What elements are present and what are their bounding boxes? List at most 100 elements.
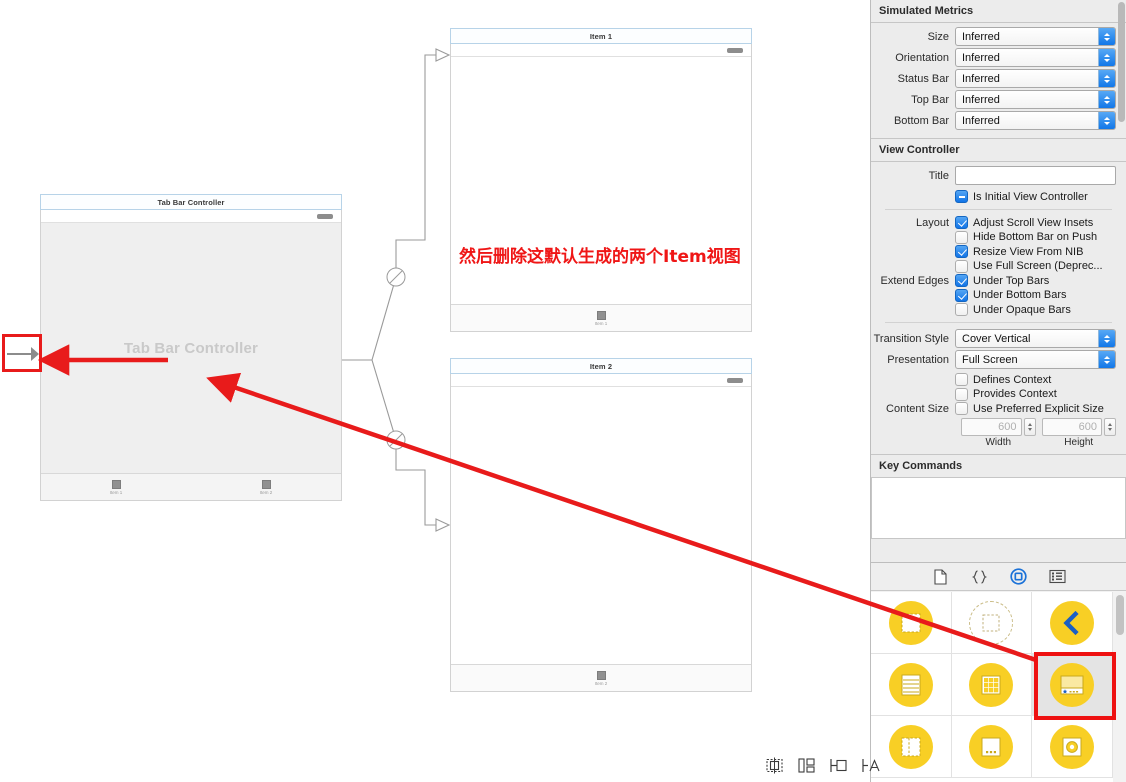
adjust-scroll-view-insets-checkbox[interactable]	[955, 216, 968, 229]
orientation-popup[interactable]: Inferred	[955, 48, 1116, 67]
tab-bar[interactable]: Item 1	[451, 304, 751, 331]
code-snippet-library-icon[interactable]	[971, 568, 988, 585]
presentation-popup[interactable]: Full Screen	[955, 350, 1116, 369]
tab-bar-item[interactable]: Item 1	[451, 310, 751, 326]
scene-body[interactable]: Tab Bar Controller Item 1 Item 2	[40, 210, 342, 501]
view-controller-title-row: Title	[871, 166, 1126, 185]
defines-context-label: Defines Context	[973, 373, 1052, 386]
resize-view-from-nib-checkbox[interactable]	[955, 245, 968, 258]
transition-style-popup[interactable]: Cover Vertical	[955, 329, 1116, 348]
status-bar-pill	[317, 214, 333, 219]
under-bottom-bars-checkbox[interactable]	[955, 288, 968, 302]
scene-body[interactable]: Item 1	[450, 44, 752, 332]
scene-tab-bar-controller[interactable]: Tab Bar Controller Tab Bar Controller It…	[40, 194, 342, 501]
content-height-input[interactable]: 600	[1041, 418, 1102, 436]
library-item-page-view-controller[interactable]	[951, 716, 1033, 778]
extend-edges-label: Extend Edges	[880, 274, 950, 287]
chevron-updown-icon[interactable]	[1098, 28, 1115, 45]
extend-edges-under-opaque-bars-row: Under Opaque Bars	[871, 303, 1126, 316]
content-size-fields: 600 Width 600 Height	[871, 418, 1126, 448]
scene-body[interactable]: Item 2	[450, 374, 752, 692]
resizing-behavior-icon[interactable]	[861, 756, 880, 775]
top-bar-popup[interactable]: Inferred	[955, 90, 1116, 109]
provides-context-row: Provides Context	[871, 387, 1126, 401]
chevron-updown-icon[interactable]	[1098, 351, 1115, 368]
library-pane	[871, 562, 1126, 782]
simulated-status-bar	[451, 44, 751, 57]
content-width-stepper[interactable]	[1023, 418, 1036, 436]
title-input[interactable]	[955, 166, 1116, 185]
auto-layout-toolbar[interactable]	[765, 756, 880, 775]
view-content-area[interactable]	[451, 387, 751, 664]
provides-context-checkbox[interactable]	[955, 387, 968, 401]
row-label: Size	[927, 30, 949, 43]
bottom-bar-popup[interactable]: Inferred	[955, 111, 1116, 130]
use-preferred-explicit-size-checkbox[interactable]	[955, 402, 968, 415]
simulated-metrics-row-status-bar: Status Bar Inferred	[871, 69, 1126, 88]
chevron-updown-icon[interactable]	[1098, 70, 1115, 87]
popup-value: Inferred	[962, 93, 1000, 106]
library-vertical-scrollbar[interactable]	[1116, 595, 1124, 635]
popup-value: Full Screen	[962, 353, 1018, 366]
scene-item-1[interactable]: Item 1 Item 1	[450, 28, 752, 332]
resolve-auto-layout-issues-icon[interactable]	[829, 756, 848, 775]
attributes-inspector[interactable]: Simulated Metrics Size Inferred Orientat…	[871, 0, 1126, 562]
library-item-view-controller[interactable]	[871, 592, 952, 654]
library-filter-bar[interactable]	[871, 563, 1126, 591]
tab-bar-controller-content: Tab Bar Controller	[41, 223, 341, 473]
annotation-note-text: 然后删除这默认生成的两个Item视图	[459, 247, 741, 267]
popup-value: Inferred	[962, 51, 1000, 64]
hide-bottom-bar-on-push-checkbox[interactable]	[955, 230, 968, 244]
defines-context-checkbox[interactable]	[955, 373, 968, 386]
library-item-glk-view-controller[interactable]	[1032, 716, 1113, 778]
use-full-screen-checkbox[interactable]	[955, 259, 968, 273]
key-commands-list[interactable]	[871, 477, 1126, 539]
tab-bar-item[interactable]: Item 1	[41, 479, 191, 495]
tab-bar-controller-object-icon	[1050, 662, 1095, 707]
inspector-vertical-scrollbar[interactable]	[1118, 2, 1125, 122]
is-initial-view-controller-checkbox[interactable]	[955, 190, 968, 203]
gluk-view-controller-object-icon	[1050, 724, 1095, 769]
library-item-navigation-controller[interactable]	[1032, 592, 1113, 654]
chevron-updown-icon[interactable]	[1098, 112, 1115, 129]
extend-edges-under-bottom-bars-row: Under Bottom Bars	[871, 288, 1126, 302]
layout-hide-bottom-bar-row: Hide Bottom Bar on Push	[871, 230, 1126, 244]
chevron-updown-icon[interactable]	[1098, 91, 1115, 108]
content-width-input[interactable]: 600	[961, 418, 1022, 436]
under-top-bars-checkbox[interactable]	[955, 274, 968, 287]
library-item-storyboard-reference[interactable]	[951, 592, 1033, 654]
scene-item-2[interactable]: Item 2 Item 2	[450, 358, 752, 692]
tab-bar-item[interactable]: Item 2	[191, 479, 341, 495]
library-item-split-view-controller[interactable]	[871, 716, 952, 778]
object-library-icon[interactable]	[1009, 568, 1027, 585]
navigation-controller-object-icon	[1050, 600, 1095, 645]
tab-bar-item[interactable]: Item 2	[451, 670, 751, 686]
tab-bar[interactable]: Item 2	[451, 664, 751, 691]
under-opaque-bars-checkbox[interactable]	[955, 303, 968, 316]
library-item-table-view-controller[interactable]	[871, 654, 952, 716]
defines-context-row: Defines Context	[871, 373, 1126, 386]
size-popup[interactable]: Inferred	[955, 27, 1116, 46]
align-icon[interactable]	[765, 756, 784, 775]
layout-use-full-screen-row: Use Full Screen (Deprec...	[871, 259, 1126, 273]
storyboard-canvas[interactable]: Tab Bar Controller Tab Bar Controller It…	[0, 0, 870, 735]
chevron-updown-icon[interactable]	[1098, 330, 1115, 347]
content-height-stepper[interactable]	[1104, 418, 1116, 436]
library-item-tab-bar-controller[interactable]	[1032, 654, 1113, 716]
media-library-icon[interactable]	[1048, 568, 1066, 585]
chevron-updown-icon[interactable]	[1098, 49, 1115, 66]
file-template-library-icon[interactable]	[932, 568, 949, 585]
status-bar-pill	[727, 48, 743, 53]
tab-bar[interactable]: Item 1 Item 2	[41, 473, 341, 500]
initial-view-controller-arrow-highlight[interactable]	[2, 334, 42, 372]
pin-icon[interactable]	[797, 756, 816, 775]
popup-value: Cover Vertical	[962, 332, 1031, 345]
extend-edges-under-top-bars-row: Extend Edges Under Top Bars	[871, 274, 1126, 287]
library-item-collection-view-controller[interactable]	[951, 654, 1033, 716]
view-controller-heading: View Controller	[871, 139, 1126, 161]
library-object-grid[interactable]	[871, 592, 1113, 782]
row-label: Status Bar	[897, 72, 949, 85]
simulated-metrics-row-orientation: Orientation Inferred	[871, 48, 1126, 67]
divider	[885, 322, 1112, 323]
status-bar-popup[interactable]: Inferred	[955, 69, 1116, 88]
